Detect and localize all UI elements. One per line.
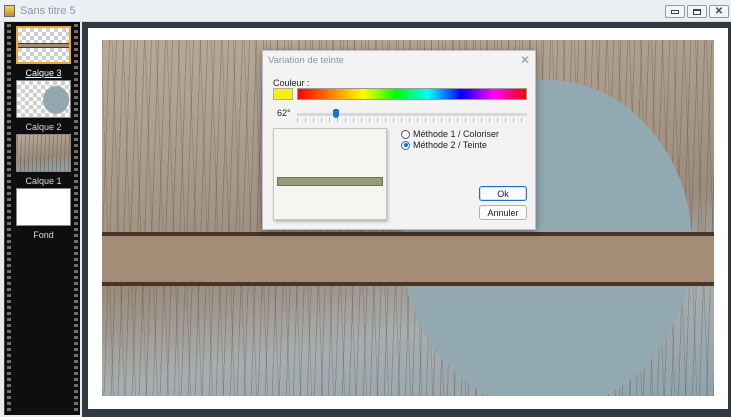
layer-item-calque-1[interactable]: Calque 1 xyxy=(16,134,71,186)
maximize-icon xyxy=(693,8,701,15)
layer-thumbnail xyxy=(16,134,71,172)
selected-color-swatch xyxy=(273,88,293,100)
brown-band-shape xyxy=(102,232,714,286)
cancel-button[interactable]: Annuler xyxy=(479,205,527,220)
layer-label: Calque 2 xyxy=(25,122,62,132)
dialog-title: Variation de teinte xyxy=(268,55,344,66)
method-1-label: Méthode 1 / Coloriser xyxy=(413,129,500,139)
layer-label: Calque 1 xyxy=(25,176,62,186)
layer-thumbnail xyxy=(16,188,71,226)
filmstrip-sprockets-left xyxy=(7,24,11,413)
layer-thumbnail xyxy=(16,80,71,118)
layer-item-fond[interactable]: Fond xyxy=(16,188,71,240)
layers-panel: Calque 3 Calque 2 Calque 1 Fond xyxy=(4,22,80,415)
hue-slider-track[interactable] xyxy=(297,113,527,116)
method-1-radio[interactable] xyxy=(401,129,410,139)
ok-button[interactable]: Ok xyxy=(479,186,527,201)
hue-slider-thumb[interactable] xyxy=(333,109,340,118)
method-1-option[interactable]: Méthode 1 / Coloriser xyxy=(401,129,499,139)
minimize-button[interactable] xyxy=(665,5,685,18)
preview-color-bar xyxy=(277,177,383,186)
layer-label: Fond xyxy=(33,230,54,240)
hue-slider-ticks xyxy=(297,118,527,122)
dialog-close-icon[interactable]: ✕ xyxy=(520,53,530,67)
method-2-label: Méthode 2 / Teinte xyxy=(413,140,487,150)
couleur-label: Couleur : xyxy=(273,78,310,88)
close-button[interactable]: ✕ xyxy=(709,5,729,18)
hue-angle-value: 62° xyxy=(277,108,291,118)
hue-spectrum-bar[interactable] xyxy=(297,88,527,100)
window-titlebar: Sans titre 5 ✕ xyxy=(0,0,731,22)
preview-box xyxy=(273,128,387,220)
minimize-icon xyxy=(671,9,679,14)
layer-item-calque-3[interactable]: Calque 3 xyxy=(16,26,71,78)
maximize-button[interactable] xyxy=(687,5,707,18)
layer-item-calque-2[interactable]: Calque 2 xyxy=(16,80,71,132)
close-icon: ✕ xyxy=(714,5,724,17)
method-2-radio[interactable] xyxy=(401,140,410,150)
window-title: Sans titre 5 xyxy=(20,5,76,17)
filmstrip-sprockets-right xyxy=(74,24,78,413)
app-icon xyxy=(4,5,15,17)
layer-label: Calque 3 xyxy=(25,68,62,78)
layer-thumbnail xyxy=(16,26,71,64)
hue-variation-dialog: Variation de teinte ✕ Couleur : 62° Méth… xyxy=(262,50,536,230)
method-2-option[interactable]: Méthode 2 / Teinte xyxy=(401,140,487,150)
